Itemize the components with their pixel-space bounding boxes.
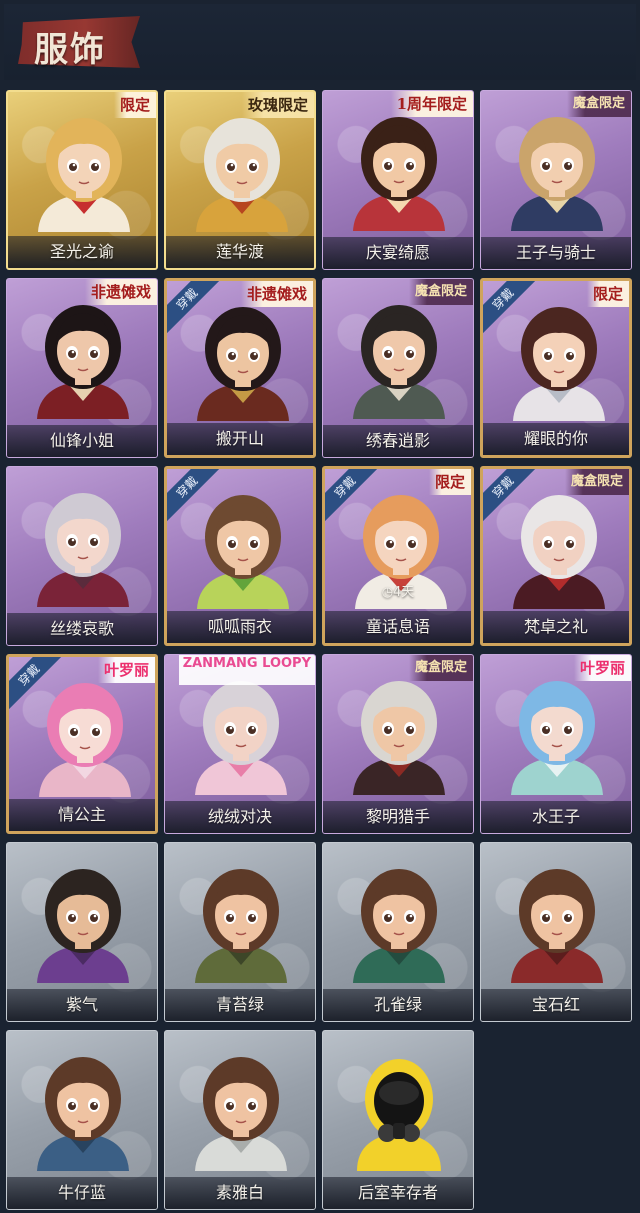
costume-name: 宝石红 xyxy=(531,995,580,1014)
costume-name: 黎明猎手 xyxy=(365,807,430,826)
costume-name: 绒绒对决 xyxy=(207,807,272,826)
costume-card[interactable]: 穿戴 呱呱雨衣 xyxy=(164,466,316,646)
costume-name: 孔雀绿 xyxy=(373,995,422,1014)
costume-card[interactable]: 叶罗丽 穿戴 情公主 xyxy=(6,654,158,834)
limited-badge: 玫瑰限定 xyxy=(241,92,314,118)
costume-name: 搬开山 xyxy=(215,429,264,448)
character-portrait xyxy=(513,307,605,421)
costume-card[interactable]: 魔盒限定绣春逍影 xyxy=(322,278,474,458)
character-portrait xyxy=(353,681,445,795)
character-portrait xyxy=(39,683,131,797)
costume-name: 丝缕哀歌 xyxy=(49,619,114,638)
costume-name: 呱呱雨衣 xyxy=(207,617,272,636)
costume-name: 青苔绿 xyxy=(215,995,264,1014)
costume-name: 牛仔蓝 xyxy=(57,1183,106,1202)
character-portrait xyxy=(37,1057,129,1171)
limited-badge: ZANMANG LOOPY xyxy=(178,655,315,685)
character-portrait xyxy=(195,869,287,983)
limited-badge: 限定 xyxy=(428,469,471,495)
character-portrait xyxy=(37,869,129,983)
costume-name: 情公主 xyxy=(57,805,106,824)
costume-card[interactable]: 孔雀绿 xyxy=(322,842,474,1022)
character-portrait xyxy=(197,307,289,421)
character-portrait xyxy=(196,118,288,232)
limited-badge: 非遗傩戏 xyxy=(84,279,157,305)
limited-badge: 非遗傩戏 xyxy=(240,281,313,307)
limited-badge: 限定 xyxy=(113,92,156,118)
costume-grid: 限定 圣光之谕 玫瑰限定 莲华渡 1周年限定 庆宴绮愿 魔盒限定 王子与骑士 非遗傩戏 仙锋小姐非… xyxy=(0,0,640,1213)
character-portrait xyxy=(197,495,289,609)
costume-name: 紫气 xyxy=(65,995,98,1014)
character-portrait xyxy=(513,495,605,609)
costume-card[interactable]: 后室幸存者 xyxy=(322,1030,474,1210)
costume-card[interactable]: 非遗傩戏仙锋小姐 xyxy=(6,278,158,458)
character-portrait xyxy=(37,493,129,607)
costume-card[interactable]: 叶罗丽水王子 xyxy=(480,654,632,834)
character-portrait xyxy=(357,1059,441,1171)
character-portrait xyxy=(353,869,445,983)
costume-name: 庆宴绮愿 xyxy=(365,243,430,262)
limited-badge: 魔盒限定 xyxy=(566,91,631,117)
limited-badge: 限定 xyxy=(586,281,629,307)
costume-name: 莲华渡 xyxy=(215,242,264,261)
costume-name: 仙锋小姐 xyxy=(49,431,114,450)
character-portrait xyxy=(511,117,603,231)
costume-name: 素雅白 xyxy=(215,1183,264,1202)
character-portrait xyxy=(511,681,603,795)
costume-name: 梵卓之礼 xyxy=(523,617,588,636)
costume-card[interactable]: 魔盒限定 穿戴 梵卓之礼 xyxy=(480,466,632,646)
limited-badge: 魔盒限定 xyxy=(564,469,629,495)
costume-name: 童话息语 xyxy=(365,617,430,636)
character-portrait xyxy=(353,117,445,231)
costume-name: 王子与骑士 xyxy=(515,243,596,262)
limited-badge: 魔盒限定 xyxy=(408,655,473,681)
costume-card[interactable]: 青苔绿 xyxy=(164,842,316,1022)
costume-card[interactable]: 丝缕哀歌 xyxy=(6,466,158,646)
costume-name: 绣春逍影 xyxy=(365,431,430,450)
limited-badge: 叶罗丽 xyxy=(97,657,155,683)
limited-badge: 1周年限定 xyxy=(390,91,473,117)
costume-card[interactable]: 牛仔蓝 xyxy=(6,1030,158,1210)
costume-name: 耀眼的你 xyxy=(523,429,588,448)
character-portrait xyxy=(195,1057,287,1171)
costume-card[interactable]: 魔盒限定王子与骑士 xyxy=(480,90,632,270)
costume-card[interactable]: 限定 穿戴 耀眼的你 xyxy=(480,278,632,458)
limited-badge: 魔盒限定 xyxy=(408,279,473,305)
time-remaining: ◷4天 xyxy=(381,585,415,600)
limited-badge: 叶罗丽 xyxy=(573,655,631,681)
character-portrait xyxy=(37,305,129,419)
costume-name: 后室幸存者 xyxy=(357,1183,438,1202)
costume-name: 圣光之谕 xyxy=(49,242,114,261)
costume-card[interactable]: 限定圣光之谕 xyxy=(6,90,158,270)
costume-card[interactable]: 限定 穿戴 ◷4天 童话息语 xyxy=(322,466,474,646)
costume-card[interactable]: 素雅白 xyxy=(164,1030,316,1210)
character-portrait xyxy=(38,118,130,232)
costume-card[interactable]: 玫瑰限定莲华渡 xyxy=(164,90,316,270)
character-portrait xyxy=(511,869,603,983)
costume-card[interactable]: 紫气 xyxy=(6,842,158,1022)
costume-card[interactable]: 1周年限定庆宴绮愿 xyxy=(322,90,474,270)
costume-card[interactable]: 魔盒限定黎明猎手 xyxy=(322,654,474,834)
costume-name: 水王子 xyxy=(531,807,580,826)
costume-card[interactable]: ZANMANG LOOPY 绒绒对决 xyxy=(164,654,316,834)
costume-card[interactable]: 非遗傩戏 穿戴 搬开山 xyxy=(164,278,316,458)
character-portrait xyxy=(353,305,445,419)
costume-card[interactable]: 宝石红 xyxy=(480,842,632,1022)
